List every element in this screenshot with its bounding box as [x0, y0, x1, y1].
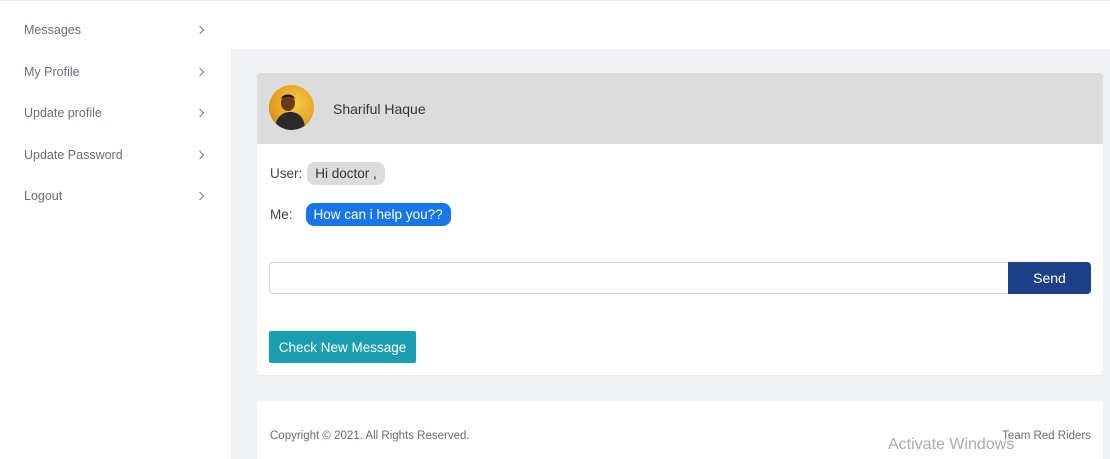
sidebar-item-messages[interactable]: Messages — [0, 10, 231, 50]
sidebar-item-label: My Profile — [24, 65, 80, 79]
message-sender-label: Me: — [270, 207, 293, 222]
message-sender-label: User: — [270, 166, 303, 181]
message-row-me: Me: How can i help you?? — [270, 203, 451, 226]
check-new-message-button[interactable]: Check New Message — [269, 331, 416, 363]
chevron-right-icon — [195, 24, 207, 36]
sidebar-item-update-profile[interactable]: Update profile — [0, 93, 231, 133]
message-input[interactable] — [269, 262, 1008, 294]
message-row-user: User: Hi doctor , — [270, 162, 385, 185]
chevron-right-icon — [195, 66, 207, 78]
message-bubble-me: How can i help you?? — [305, 203, 451, 226]
chevron-right-icon — [195, 107, 207, 119]
avatar — [269, 85, 314, 130]
chevron-right-icon — [195, 149, 207, 161]
sidebar-item-logout[interactable]: Logout — [0, 176, 231, 216]
person-icon — [275, 94, 305, 130]
send-button[interactable]: Send — [1008, 262, 1091, 294]
chevron-right-icon — [195, 190, 207, 202]
sidebar-item-label: Messages — [24, 23, 81, 37]
contact-name: Shariful Haque — [333, 101, 426, 117]
sidebar-item-my-profile[interactable]: My Profile — [0, 52, 231, 92]
message-bubble-user: Hi doctor , — [307, 162, 385, 185]
message-composer: Send — [269, 262, 1091, 294]
sidebar-item-update-password[interactable]: Update Password — [0, 135, 231, 175]
copyright-text: Copyright © 2021. All Rights Reserved. — [270, 430, 470, 442]
chat-card: Shariful Haque User: Hi doctor , Me: How… — [257, 73, 1103, 375]
footer: Copyright © 2021. All Rights Reserved. T… — [257, 401, 1103, 459]
sidebar: Messages My Profile Update profile Updat… — [0, 0, 231, 459]
top-bar — [231, 0, 1110, 49]
chat-header: Shariful Haque — [257, 73, 1103, 144]
sidebar-item-label: Logout — [24, 189, 63, 203]
sidebar-item-label: Update Password — [24, 148, 123, 162]
sidebar-item-label: Update profile — [24, 106, 102, 120]
team-name: Team Red Riders — [1002, 430, 1091, 442]
